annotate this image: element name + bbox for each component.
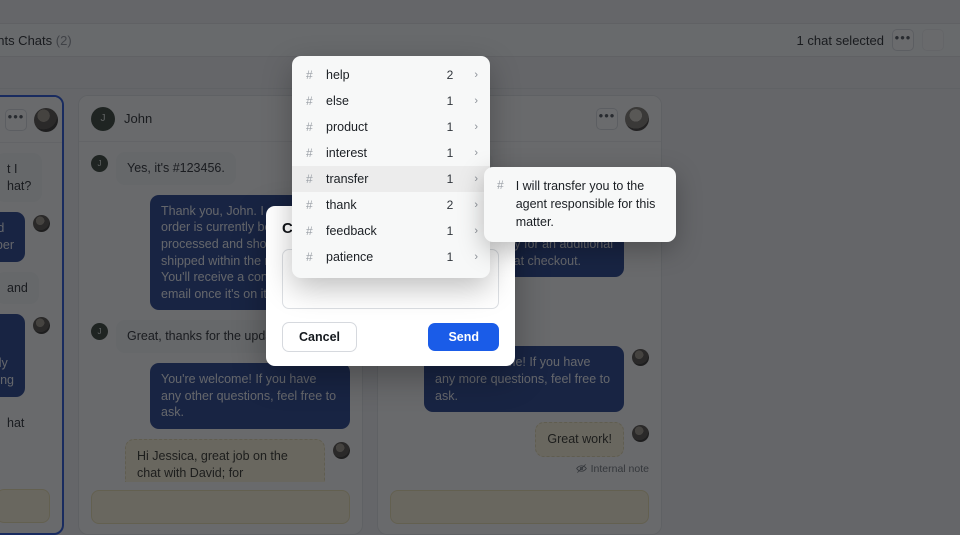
dropdown-item-label: patience (326, 250, 374, 264)
chevron-right-icon: › (474, 173, 478, 185)
hash-icon: # (306, 94, 313, 108)
dropdown-item-count: 2 (446, 198, 454, 212)
dropdown-item-transfer[interactable]: # transfer 1 › (292, 166, 490, 192)
dropdown-item-product[interactable]: # product 1 › (292, 114, 490, 140)
dropdown-item-patience[interactable]: # patience 1 › (292, 244, 490, 270)
dropdown-item-count: 1 (446, 120, 454, 134)
dropdown-list: # help 2 › # else 1 › # product 1 › # interest 1 › # tran… (292, 62, 490, 270)
hash-icon: # (306, 250, 313, 264)
send-button[interactable]: Send (428, 322, 499, 351)
dropdown-item-count: 1 (446, 94, 454, 108)
hash-icon: # (306, 120, 313, 134)
canned-response-preview-text: I will transfer you to the agent respons… (515, 179, 656, 230)
dropdown-item-interest[interactable]: # interest 1 › (292, 140, 490, 166)
dropdown-item-label: transfer (326, 172, 369, 186)
hash-icon: # (306, 146, 313, 160)
chevron-right-icon: › (474, 199, 478, 211)
hash-icon: # (306, 224, 313, 238)
cancel-button[interactable]: Cancel (282, 321, 357, 352)
chevron-right-icon: › (474, 69, 478, 81)
hash-icon: # (497, 178, 504, 192)
dropdown-item-count: 1 (446, 146, 454, 160)
hash-icon: # (306, 172, 313, 186)
chevron-right-icon: › (474, 147, 478, 159)
chevron-right-icon: › (474, 121, 478, 133)
dropdown-item-count: 1 (446, 224, 454, 238)
dropdown-item-label: feedback (326, 224, 377, 238)
dropdown-item-thank[interactable]: # thank 2 › (292, 192, 490, 218)
canned-response-dropdown[interactable]: # help 2 › # else 1 › # product 1 › # interest 1 › # tran… (292, 56, 490, 278)
canned-response-preview[interactable]: # I will transfer you to the agent respo… (484, 167, 676, 243)
dropdown-item-count: 1 (446, 250, 454, 264)
chevron-right-icon: › (474, 95, 478, 107)
dropdown-item-feedback[interactable]: # feedback 1 › (292, 218, 490, 244)
dropdown-item-label: product (326, 120, 368, 134)
dropdown-item-else[interactable]: # else 1 › (292, 88, 490, 114)
modal-footer: Cancel Send (282, 321, 499, 352)
chevron-right-icon: › (474, 225, 478, 237)
dropdown-item-label: else (326, 94, 349, 108)
hash-icon: # (306, 68, 313, 82)
dropdown-item-label: thank (326, 198, 357, 212)
chevron-right-icon: › (474, 251, 478, 263)
hash-icon: # (306, 198, 313, 212)
dropdown-item-count: 1 (446, 172, 454, 186)
dropdown-item-count: 2 (446, 68, 454, 82)
dropdown-item-label: help (326, 68, 350, 82)
dropdown-item-help[interactable]: # help 2 › (292, 62, 490, 88)
dropdown-item-label: interest (326, 146, 367, 160)
